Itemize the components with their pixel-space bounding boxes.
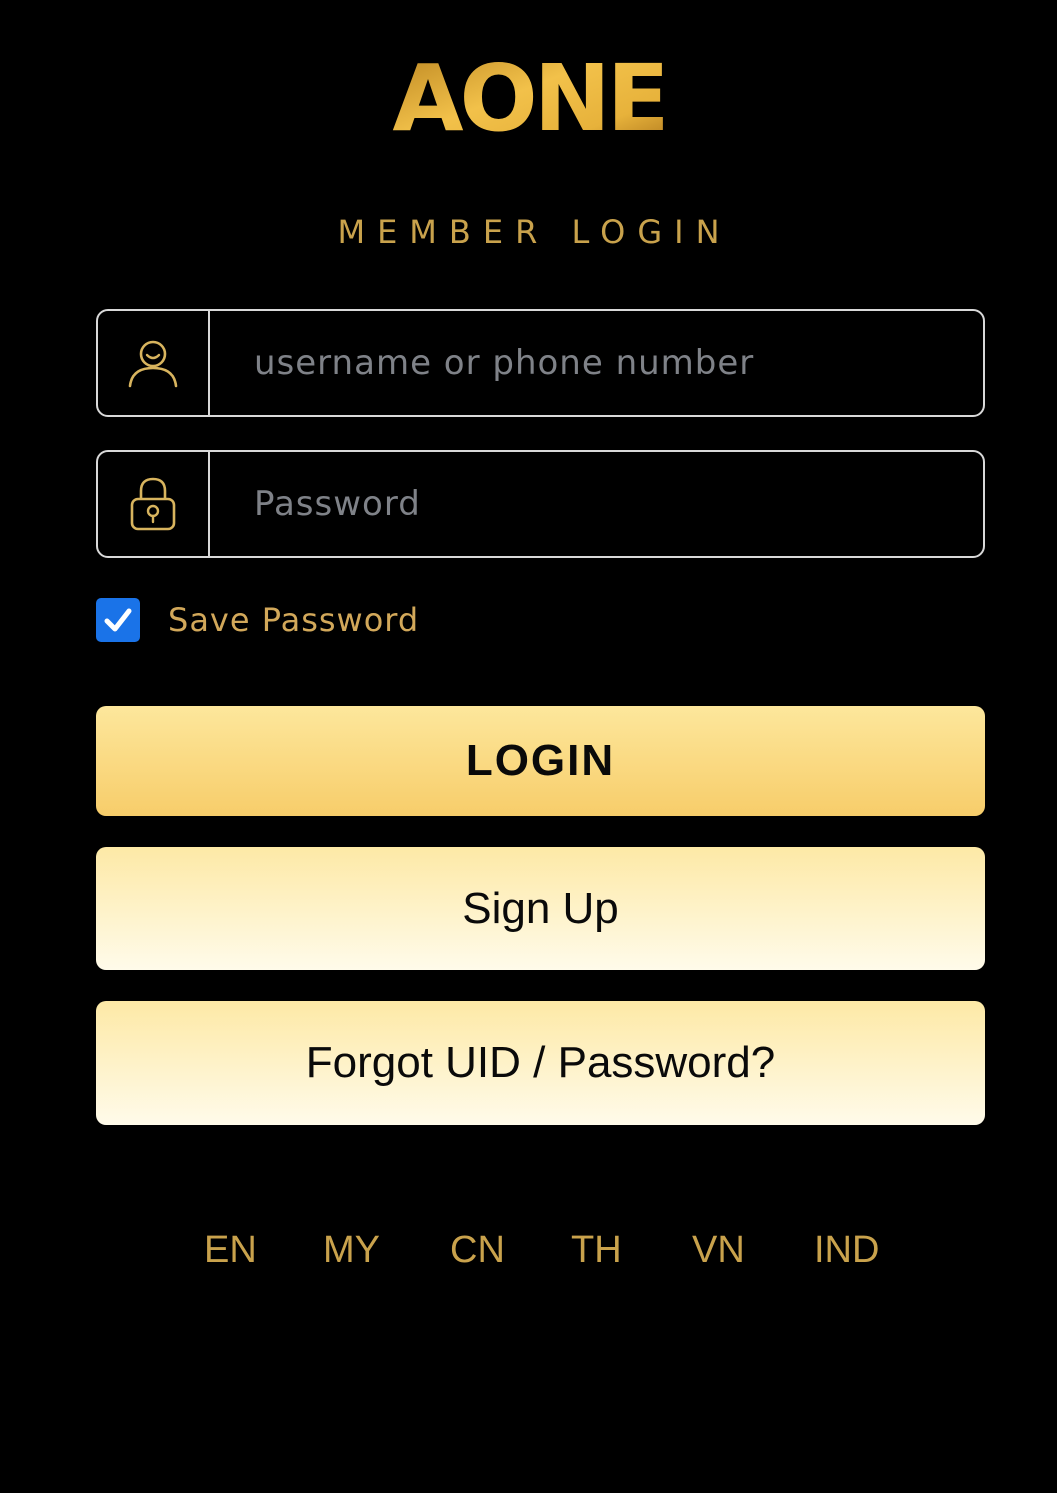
lock-icon (130, 477, 176, 531)
lang-th[interactable]: TH (571, 1222, 622, 1278)
signup-button[interactable]: Sign Up (96, 847, 985, 970)
username-field-wrapper (96, 309, 985, 417)
login-button[interactable]: LOGIN (96, 706, 985, 816)
language-selector: EN MY CN TH VN IND (0, 1222, 1057, 1278)
logo-text: AONE (392, 52, 665, 142)
password-icon-cell (98, 452, 210, 556)
password-input[interactable] (210, 452, 983, 556)
brand-logo: AONE (0, 52, 1057, 142)
lang-my[interactable]: MY (323, 1222, 380, 1278)
lang-en[interactable]: EN (204, 1222, 257, 1278)
aone-logo-icon: AONE (392, 52, 669, 142)
lang-cn[interactable]: CN (450, 1222, 505, 1278)
lang-vn[interactable]: VN (692, 1222, 745, 1278)
username-input[interactable] (210, 311, 983, 415)
password-field-wrapper (96, 450, 985, 558)
user-icon (128, 340, 178, 388)
page-title: MEMBER LOGIN (337, 213, 732, 251)
save-password-row[interactable]: Save Password (96, 597, 419, 643)
username-icon-cell (98, 311, 210, 415)
save-password-checkbox[interactable] (96, 598, 140, 642)
save-password-label: Save Password (168, 601, 420, 639)
checkmark-icon (104, 608, 132, 632)
lang-ind[interactable]: IND (814, 1222, 879, 1278)
forgot-password-button[interactable]: Forgot UID / Password? (96, 1001, 985, 1125)
